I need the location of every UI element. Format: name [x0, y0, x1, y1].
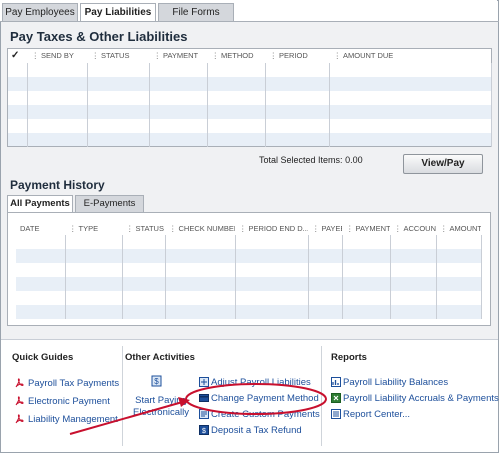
start-paying-electronically-link[interactable]: Start Paying Electronically — [133, 395, 189, 419]
divider — [321, 346, 322, 446]
quick-guide-payroll-tax-payments[interactable]: Payroll Tax Payments — [28, 378, 119, 389]
deposit-tax-refund-link[interactable]: Deposit a Tax Refund — [211, 425, 302, 436]
report-liability-accruals-link[interactable]: Payroll Liability Accruals & Payments — [343, 393, 499, 404]
table-row[interactable] — [16, 249, 482, 263]
table-row[interactable] — [7, 118, 492, 133]
table-row[interactable] — [16, 305, 482, 319]
reports-title: Reports — [331, 352, 367, 363]
col-status[interactable]: ⋮ STATUS — [87, 48, 150, 63]
table-row[interactable] — [16, 291, 482, 305]
tab-pay-liabilities[interactable]: Pay Liabilities — [80, 3, 156, 23]
table-row[interactable] — [16, 263, 482, 277]
col-account[interactable]: ⋮ACCOUNT — [390, 221, 436, 235]
pdf-icon — [15, 414, 24, 424]
col-check-number[interactable]: ⋮ CHECK NUMBER — [165, 221, 235, 235]
pay-taxes-title: Pay Taxes & Other Liabilities — [10, 29, 188, 44]
payment-method-icon — [199, 394, 209, 402]
pdf-icon — [15, 378, 24, 388]
tab-pay-employees[interactable]: Pay Employees — [2, 3, 78, 22]
table-row[interactable] — [7, 76, 492, 91]
table-row[interactable] — [7, 90, 492, 105]
custom-payment-icon — [199, 409, 209, 419]
top-tab-bar: Pay Employees Pay Liabilities File Forms — [0, 0, 497, 23]
view-pay-button[interactable]: View/Pay — [403, 154, 483, 174]
start-paying-icon: $ — [151, 375, 162, 387]
payment-history-table: DATE ⋮ TYPE ⋮ STATUS ⋮ CHECK NUMBER ⋮ PERIOD… — [16, 221, 482, 319]
pdf-icon — [15, 396, 24, 406]
col-send-by[interactable]: ⋮ SEND BY — [27, 48, 88, 63]
table-row[interactable] — [7, 104, 492, 119]
subtab-all-payments[interactable]: All Payments — [7, 195, 73, 212]
quick-guide-electronic-payment[interactable]: Electronic Payment — [28, 396, 110, 407]
col-status[interactable]: ⋮ STATUS — [122, 221, 165, 235]
payment-history-title: Payment History — [10, 178, 105, 192]
other-activities-title: Other Activities — [125, 352, 195, 363]
pay-taxes-table: ✓ ⋮ SEND BY ⋮ STATUS ⋮ PAYMENT ⋮ METHOD ⋮ PER… — [7, 48, 492, 147]
total-selected-value: 0.00 — [345, 155, 363, 165]
col-date[interactable]: DATE — [16, 221, 65, 235]
col-amount[interactable]: ⋮ AMOUNT — [436, 221, 481, 235]
select-all-check[interactable]: ✓ — [7, 48, 28, 63]
report-center-link[interactable]: Report Center... — [343, 409, 410, 420]
table-row[interactable] — [7, 132, 492, 147]
change-payment-method-link[interactable]: Change Payment Method — [211, 393, 319, 404]
svg-text:$: $ — [202, 428, 206, 435]
svg-text:$: $ — [154, 377, 159, 386]
col-payment[interactable]: ⋮ PAYMENT — [149, 48, 208, 63]
quick-guide-liability-management[interactable]: Liability Management — [28, 414, 118, 425]
excel-report-icon — [331, 393, 341, 403]
adjust-payroll-liabilities-link[interactable]: Adjust Payroll Liabilities — [211, 377, 311, 388]
col-period-end-date[interactable]: ⋮ PERIOD END D... — [235, 221, 308, 235]
col-type[interactable]: ⋮ TYPE — [65, 221, 122, 235]
report-liability-balances-link[interactable]: Payroll Liability Balances — [343, 377, 448, 388]
col-payee[interactable]: ⋮PAYEE — [308, 221, 342, 235]
adjust-icon — [199, 377, 209, 387]
table-row[interactable] — [7, 62, 492, 77]
table-row[interactable] — [16, 235, 482, 249]
quick-guides-title: Quick Guides — [12, 352, 74, 363]
report-icon — [331, 377, 341, 387]
deposit-icon: $ — [199, 425, 209, 435]
report-center-icon — [331, 409, 341, 419]
col-amount-due[interactable]: ⋮ AMOUNT DUE — [329, 48, 492, 63]
col-method[interactable]: ⋮ METHOD — [207, 48, 266, 63]
divider — [122, 346, 123, 446]
table-row[interactable] — [16, 277, 482, 291]
tab-file-forms[interactable]: File Forms — [158, 3, 234, 22]
col-payment[interactable]: ⋮ PAYMENT — [342, 221, 390, 235]
col-period[interactable]: ⋮ PERIOD — [265, 48, 330, 63]
create-custom-payments-link[interactable]: Create Custom Payments — [211, 409, 320, 420]
total-selected-items: Total Selected Items: 0.00 — [259, 155, 363, 165]
subtab-e-payments[interactable]: E-Payments — [75, 195, 144, 212]
